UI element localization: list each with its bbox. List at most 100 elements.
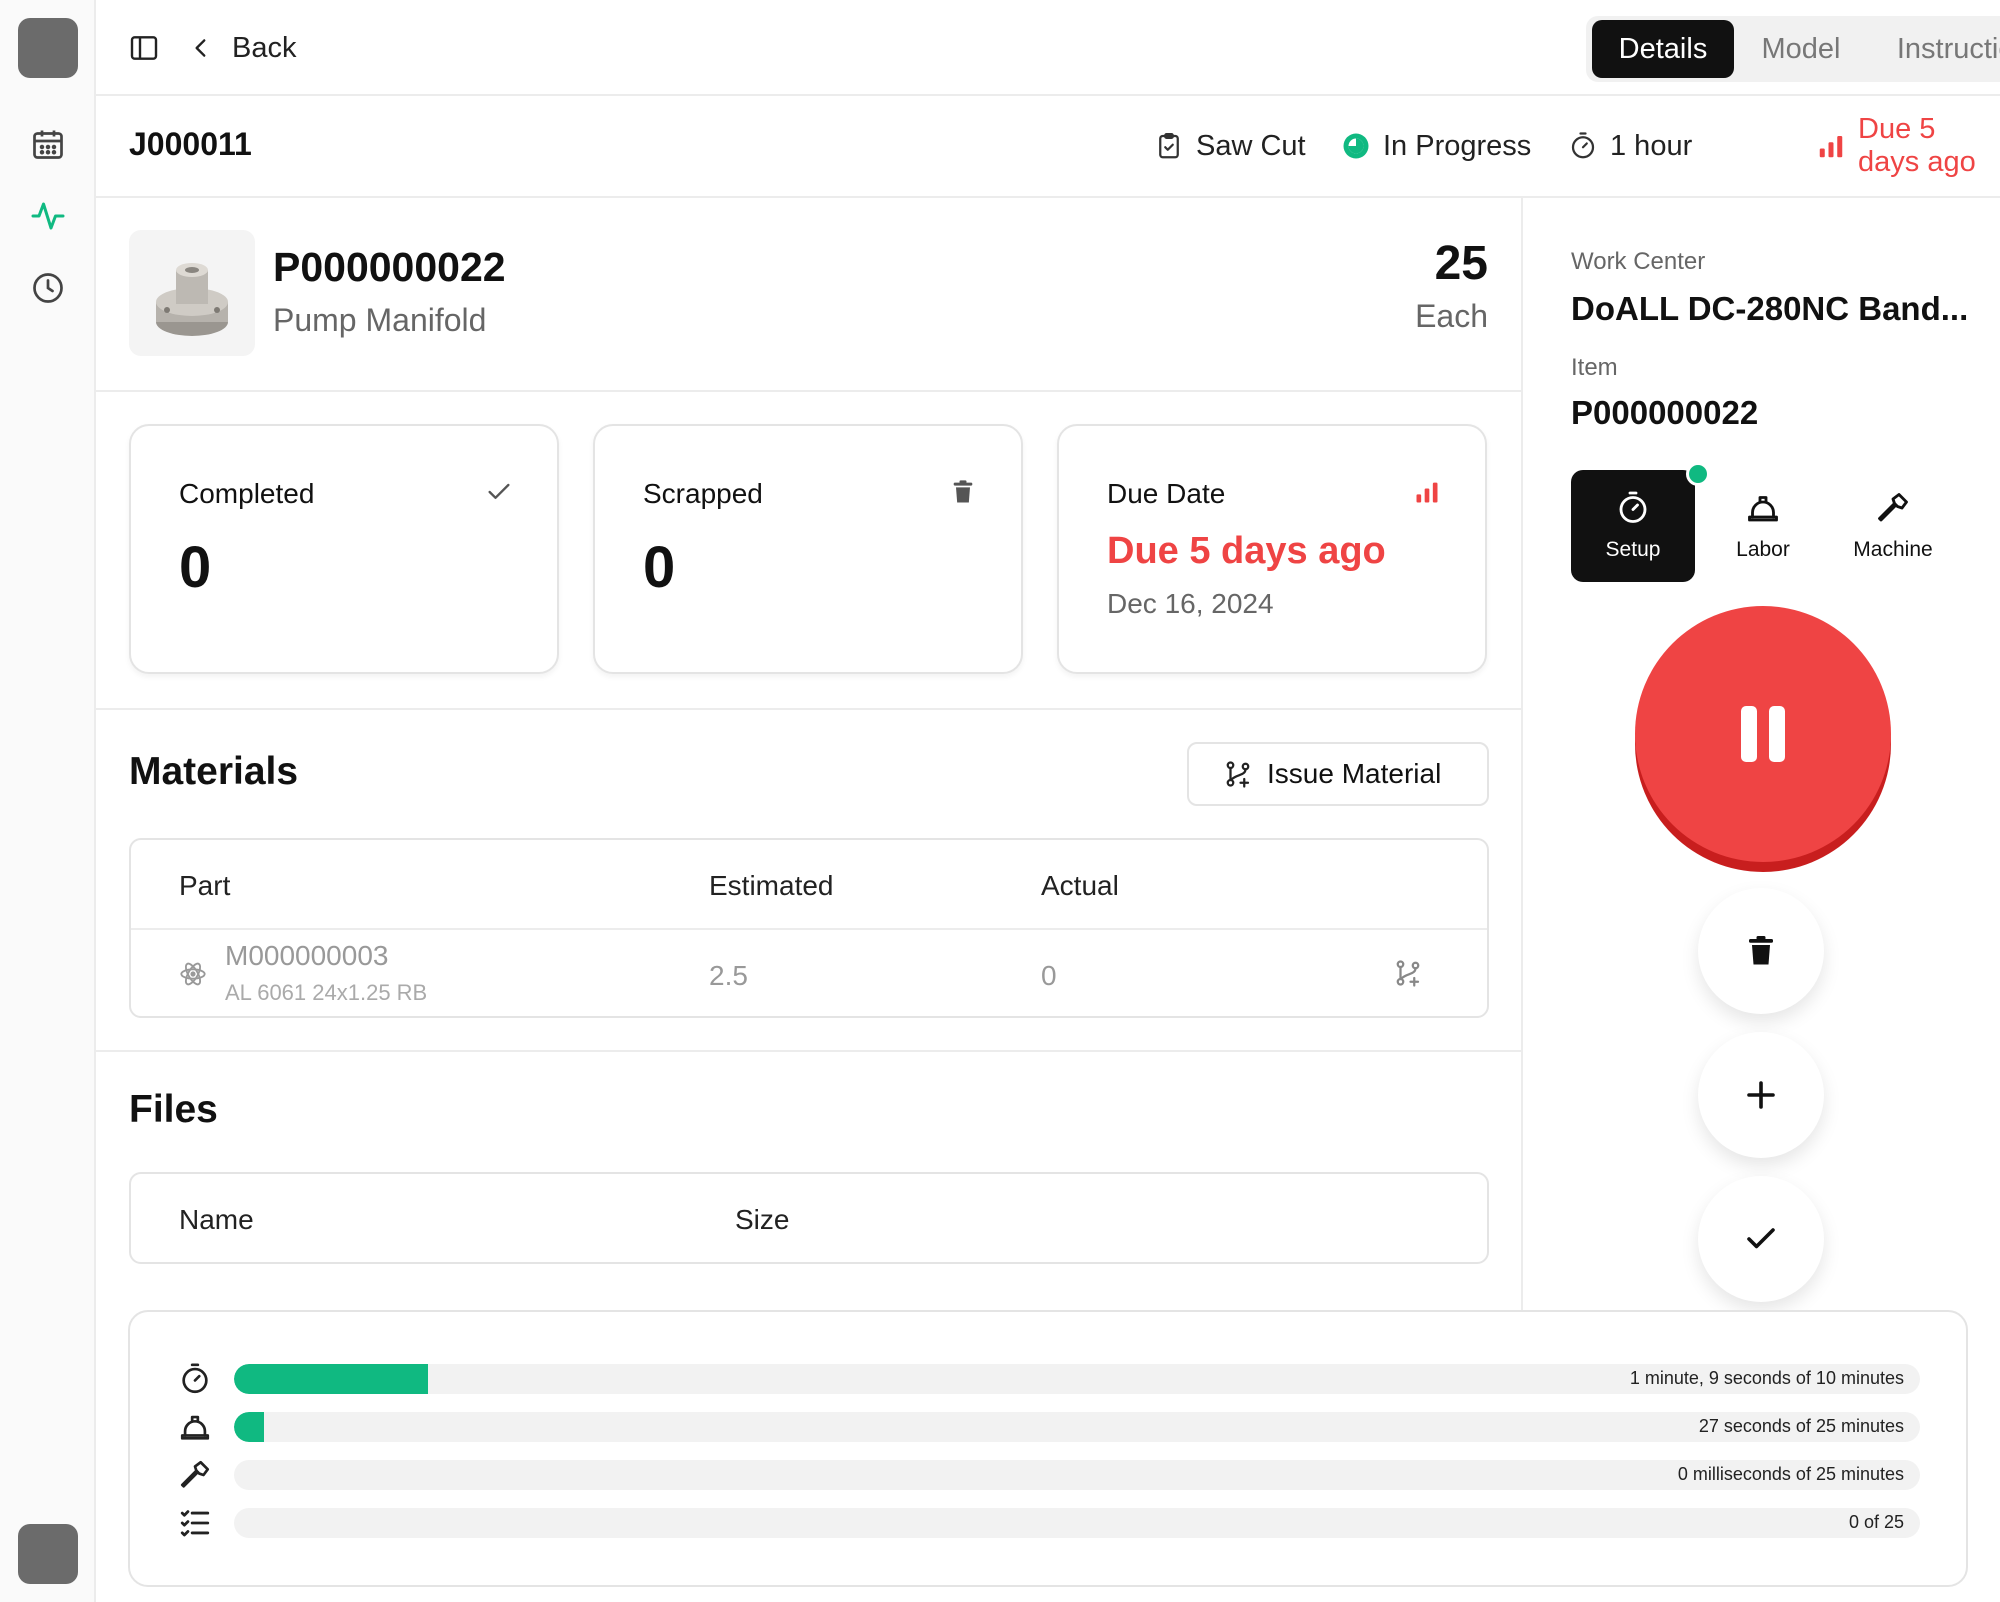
completed-title: Completed [179, 478, 315, 509]
top-bar: Back Details Model Instructions [96, 0, 2000, 96]
labor-mode-button[interactable]: Labor [1701, 470, 1825, 582]
hammer-icon [1875, 490, 1911, 526]
due-date-value: Dec 16, 2024 [1107, 588, 1274, 619]
due-date-title: Due Date [1107, 478, 1226, 509]
pause-button[interactable] [1635, 606, 1891, 862]
item-label: Item [1571, 354, 1618, 381]
files-table: Name Size [129, 1172, 1489, 1264]
labor-mode-label: Labor [1736, 538, 1790, 561]
chevron-left-icon [188, 35, 214, 61]
divider [96, 1050, 1521, 1052]
progress-panel: 1 minute, 9 seconds of 10 minutes 27 sec… [128, 1310, 1968, 1587]
quantity-progress-bar: 0 of 25 [234, 1508, 1920, 1538]
completed-value: 0 [179, 535, 212, 600]
job-id: J000011 [129, 126, 252, 162]
pause-icon [1741, 706, 1785, 762]
due-date-card[interactable]: Due Date Due 5 days ago Dec 16, 2024 [1057, 424, 1487, 674]
hard-hat-icon [1745, 490, 1781, 526]
progress-text: 0 of 25 [1848, 1512, 1904, 1532]
scrap-button[interactable] [1698, 888, 1824, 1014]
status-dot-icon [1341, 131, 1383, 161]
back-label: Back [232, 31, 297, 64]
tab-model[interactable]: Model [1740, 20, 1862, 78]
issue-row-material-icon[interactable] [1393, 958, 1423, 988]
user-avatar[interactable] [18, 1524, 78, 1584]
setup-mode-button[interactable]: Setup [1571, 470, 1695, 582]
clipboard-check-icon [1154, 131, 1196, 161]
activity-icon[interactable] [30, 198, 66, 234]
sidebar-toggle-icon[interactable] [128, 32, 160, 64]
tab-details[interactable]: Details [1592, 20, 1734, 78]
progress-fill [234, 1412, 265, 1442]
progress-text: 27 seconds of 25 minutes [1698, 1416, 1904, 1436]
column-header: Estimated [709, 870, 834, 901]
part-number: P000000022 [273, 244, 506, 290]
view-tabs: Details Model Instructions [1586, 16, 2000, 82]
scrapped-card[interactable]: Scrapped 0 [593, 424, 1023, 674]
progress-fill [234, 1364, 428, 1394]
quantity-unit: Each [1415, 298, 1488, 334]
item-value: P000000022 [1571, 394, 1759, 431]
git-branch-plus-icon [1223, 759, 1253, 789]
check-icon [1747, 1228, 1775, 1249]
status-meta: In Progress [1341, 126, 1531, 166]
labor-progress-bar: 27 seconds of 25 minutes [234, 1412, 1920, 1442]
column-header: Part [179, 870, 231, 901]
scrapped-title: Scrapped [643, 478, 763, 509]
machine-mode-label: Machine [1853, 538, 1933, 561]
status-label: In Progress [1383, 129, 1532, 162]
issue-material-button[interactable]: Issue Material [1187, 742, 1489, 806]
quantity: 25 [1434, 237, 1488, 290]
tab-instructions[interactable]: Instructions [1868, 20, 2000, 78]
divider [96, 390, 1521, 392]
progress-text: 0 milliseconds of 25 minutes [1677, 1464, 1904, 1484]
hard-hat-icon [178, 1410, 212, 1444]
completed-card[interactable]: Completed 0 [129, 424, 559, 674]
priority-bars-icon [1413, 478, 1441, 506]
job-header: J000011 Saw Cut In Progress 1 hour Due 5… [96, 96, 2000, 198]
column-header: Size [735, 1204, 790, 1235]
left-rail [0, 0, 96, 1602]
progress-text: 1 minute, 9 seconds of 10 minutes [1629, 1368, 1904, 1388]
materials-table: Part Estimated Actual M000000003 AL 6061… [129, 838, 1489, 1018]
table-row[interactable]: M000000003 AL 6061 24x1.25 RB 2.5 0 [131, 930, 1487, 1018]
trash-icon [949, 478, 977, 506]
hammer-icon [178, 1458, 212, 1492]
material-part: M000000003 [225, 940, 389, 971]
machine-progress-bar: 0 milliseconds of 25 minutes [234, 1460, 1920, 1490]
clock-icon[interactable] [30, 270, 66, 306]
issue-material-label: Issue Material [1267, 758, 1442, 789]
due-relative: Due 5 days ago [1107, 530, 1386, 572]
timer-icon [1568, 131, 1610, 161]
scrapped-value: 0 [643, 535, 676, 600]
setup-progress-bar: 1 minute, 9 seconds of 10 minutes [234, 1364, 1920, 1394]
due-meta: Due 5 days ago [1816, 113, 2000, 178]
side-panel: Work Center DoALL DC-280NC Band... Item … [1521, 198, 2000, 1348]
checklist-icon [178, 1506, 212, 1540]
app-logo[interactable] [18, 18, 78, 78]
material-actual: 0 [1041, 960, 1057, 991]
trash-icon [1749, 936, 1773, 965]
part-thumbnail [129, 230, 255, 356]
check-icon [485, 478, 513, 506]
process-meta: Saw Cut [1154, 126, 1306, 166]
work-center-label: Work Center [1571, 248, 1706, 275]
column-header: Actual [1041, 870, 1119, 901]
setup-mode-label: Setup [1605, 538, 1661, 561]
stopwatch-icon [1615, 490, 1651, 526]
process-label: Saw Cut [1196, 129, 1306, 162]
back-button[interactable]: Back [188, 30, 296, 66]
part-name: Pump Manifold [273, 302, 487, 338]
files-title: Files [129, 1088, 218, 1131]
work-center-value: DoALL DC-280NC Band... [1571, 290, 1969, 327]
stopwatch-icon [178, 1362, 212, 1396]
machine-mode-button[interactable]: Machine [1831, 470, 1955, 582]
column-header: Name [179, 1204, 254, 1235]
duration-label: 1 hour [1610, 129, 1693, 162]
add-quantity-button[interactable] [1698, 1032, 1824, 1158]
priority-bars-icon [1816, 131, 1858, 161]
divider [96, 708, 1521, 710]
material-atom-icon [179, 960, 207, 988]
complete-button[interactable] [1698, 1176, 1824, 1302]
calendar-icon[interactable] [30, 126, 66, 162]
